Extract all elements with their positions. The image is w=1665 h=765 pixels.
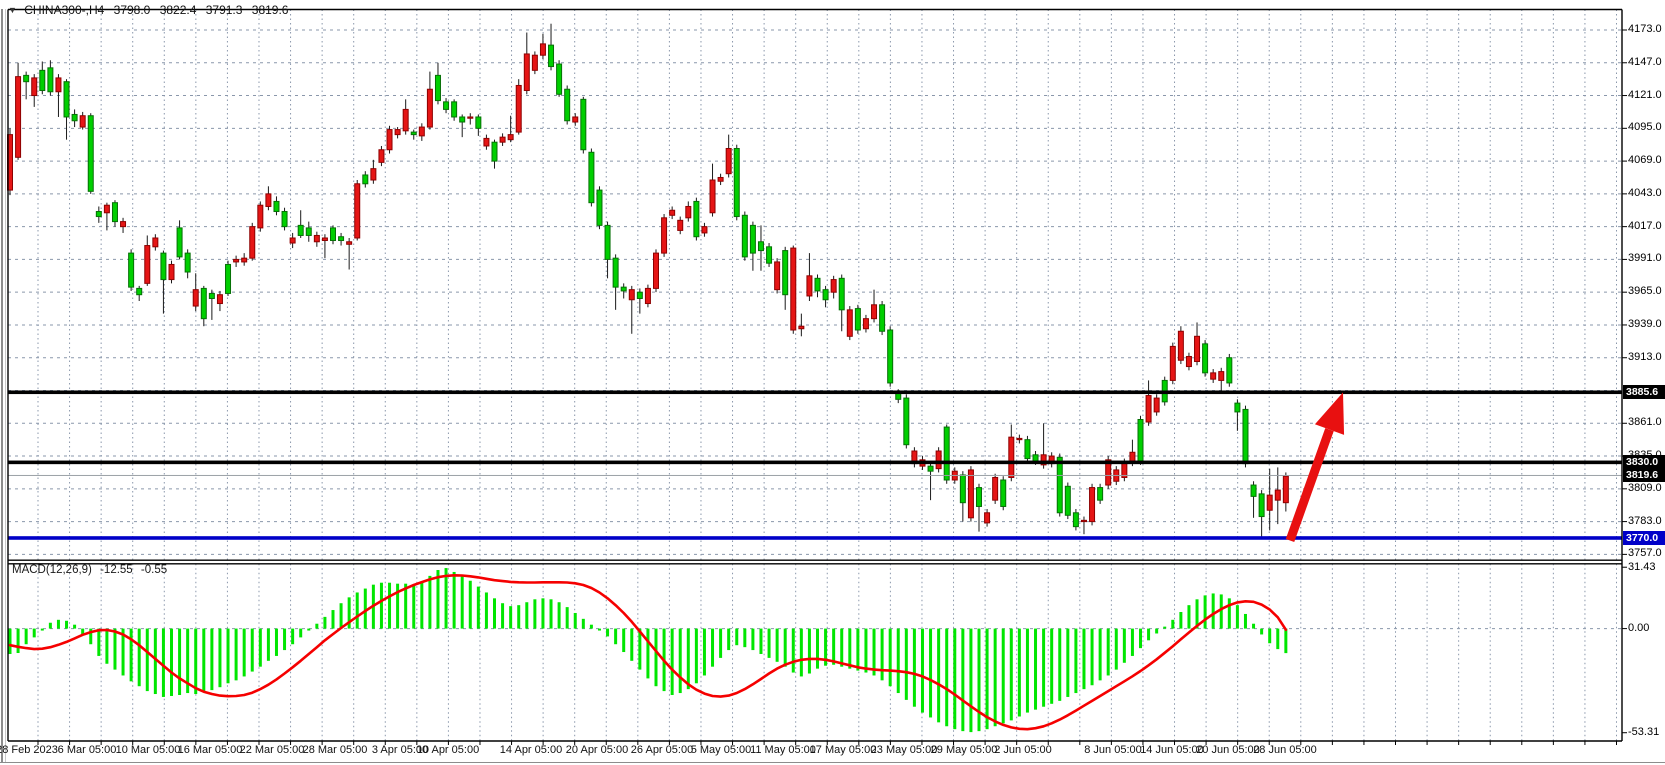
price-tick-label: 4173.0: [1628, 23, 1662, 35]
price-tag-3830.0: 3830.0: [1623, 455, 1665, 469]
time-tick-label: 10 Apr 05:00: [403, 744, 493, 756]
price-tick-label: 4043.0: [1628, 187, 1662, 199]
macd-label: MACD(12,26,9) -12.55 -0.55: [12, 564, 167, 576]
symbol-dropdown-icon[interactable]: ▼: [8, 5, 17, 15]
window-left-inner-edge: [5, 9, 6, 762]
macd-scale-label: 31.43: [1628, 561, 1656, 573]
macd-indicator: [9, 568, 1288, 732]
price-tag-3770.0: 3770.0: [1623, 531, 1665, 545]
ohlc-close: 3819.6: [252, 3, 289, 17]
horizontal-price-lines[interactable]: [8, 390, 1622, 539]
symbol-name: CHINA300-,H4: [24, 3, 104, 17]
price-tick-label: 3809.0: [1628, 482, 1662, 494]
price-tick-label: 4147.0: [1628, 56, 1662, 68]
gridlines: [8, 10, 1622, 742]
price-tick-label: 4121.0: [1628, 89, 1662, 101]
price-tick-label: 3783.0: [1628, 515, 1662, 527]
price-tick-label: 3939.0: [1628, 318, 1662, 330]
chart-window: ▼ CHINA300-,H4 3798.0 3822.4 3791.3 3819…: [0, 0, 1665, 765]
ohlc-high: 3822.4: [160, 3, 197, 17]
price-tick-label: 4017.0: [1628, 220, 1662, 232]
price-tag-3819.6: 3819.6: [1623, 468, 1665, 482]
macd-scale-label: -53.31: [1628, 726, 1659, 738]
price-tick-label: 3861.0: [1628, 416, 1662, 428]
time-tick-label: 2 Jun 05:00: [978, 744, 1068, 756]
macd-scale-label: 0.00: [1628, 622, 1649, 634]
time-tick-label: 28 Jun 05:00: [1240, 744, 1330, 756]
ohlc-low: 3791.3: [206, 3, 243, 17]
window-bottom-edge: [0, 762, 1665, 763]
price-tick-label: 3991.0: [1628, 252, 1662, 264]
price-tick-label: 3965.0: [1628, 285, 1662, 297]
macd-main-value: -12.55: [100, 564, 133, 576]
trend-arrow-annotation[interactable]: [1290, 392, 1344, 540]
price-tag-3885.6: 3885.6: [1623, 385, 1665, 399]
pane-borders: [8, 10, 1622, 742]
macd-indicator-name: MACD(12,26,9): [12, 564, 92, 576]
window-left-edge: [1, 9, 3, 762]
ohlc-open: 3798.0: [114, 3, 151, 17]
price-tick-label: 4095.0: [1628, 121, 1662, 133]
chart-canvas[interactable]: [0, 0, 1665, 765]
price-tick-label: 4069.0: [1628, 154, 1662, 166]
price-tick-label: 3757.0: [1628, 547, 1662, 559]
price-tick-label: 3913.0: [1628, 351, 1662, 363]
macd-signal-value: -0.55: [141, 564, 167, 576]
symbol-ohlc-label: ▼ CHINA300-,H4 3798.0 3822.4 3791.3 3819…: [8, 3, 288, 17]
